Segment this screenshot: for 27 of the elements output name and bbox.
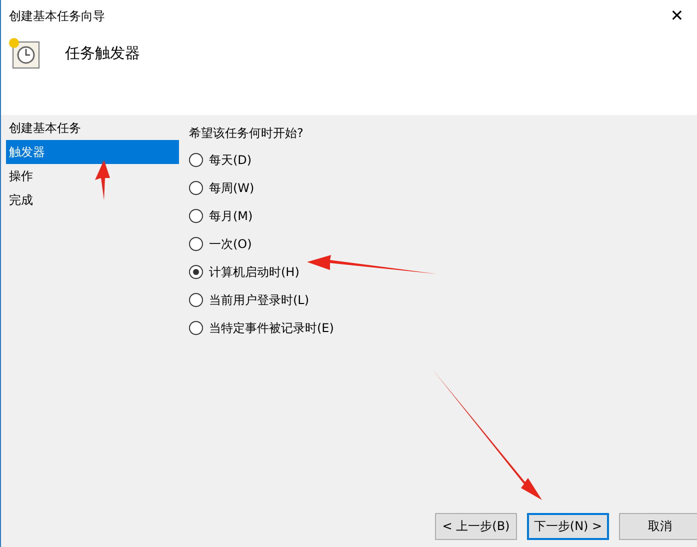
sidebar-item[interactable]: 完成 (6, 188, 179, 212)
radio-button[interactable] (189, 321, 203, 335)
question-text: 希望该任务何时开始? (189, 125, 304, 142)
sidebar-item[interactable]: 触发器 (6, 140, 179, 164)
option-label: 每周(W) (209, 180, 254, 196)
calendar-clock-icon (7, 36, 41, 70)
dialog-button[interactable]: 下一步(N) > (527, 513, 609, 540)
radio-button[interactable] (189, 181, 203, 195)
option-label: 每月(M) (209, 208, 253, 224)
window-title: 创建基本任务向导 (9, 8, 105, 24)
radio-button[interactable] (189, 293, 203, 307)
radio-button[interactable] (189, 265, 203, 279)
option-label: 一次(O) (209, 236, 252, 252)
option-label: 当前用户登录时(L) (209, 292, 310, 308)
radio-button[interactable] (189, 209, 203, 223)
dialog-button[interactable]: 取消 (619, 513, 697, 540)
close-button[interactable]: ✕ (657, 0, 697, 32)
page-heading: 任务触发器 (65, 44, 140, 62)
radio-button[interactable] (189, 237, 203, 251)
option-label: 计算机启动时(H) (209, 264, 300, 280)
option-label: 每天(D) (209, 152, 252, 168)
sidebar-item[interactable]: 创建基本任务 (6, 116, 179, 140)
sidebar-item[interactable]: 操作 (6, 164, 179, 188)
option-label: 当特定事件被记录时(E) (209, 320, 334, 336)
dialog-button[interactable]: < 上一步(B) (435, 513, 517, 540)
radio-button[interactable] (189, 153, 203, 167)
annotation-arrow (95, 160, 110, 200)
